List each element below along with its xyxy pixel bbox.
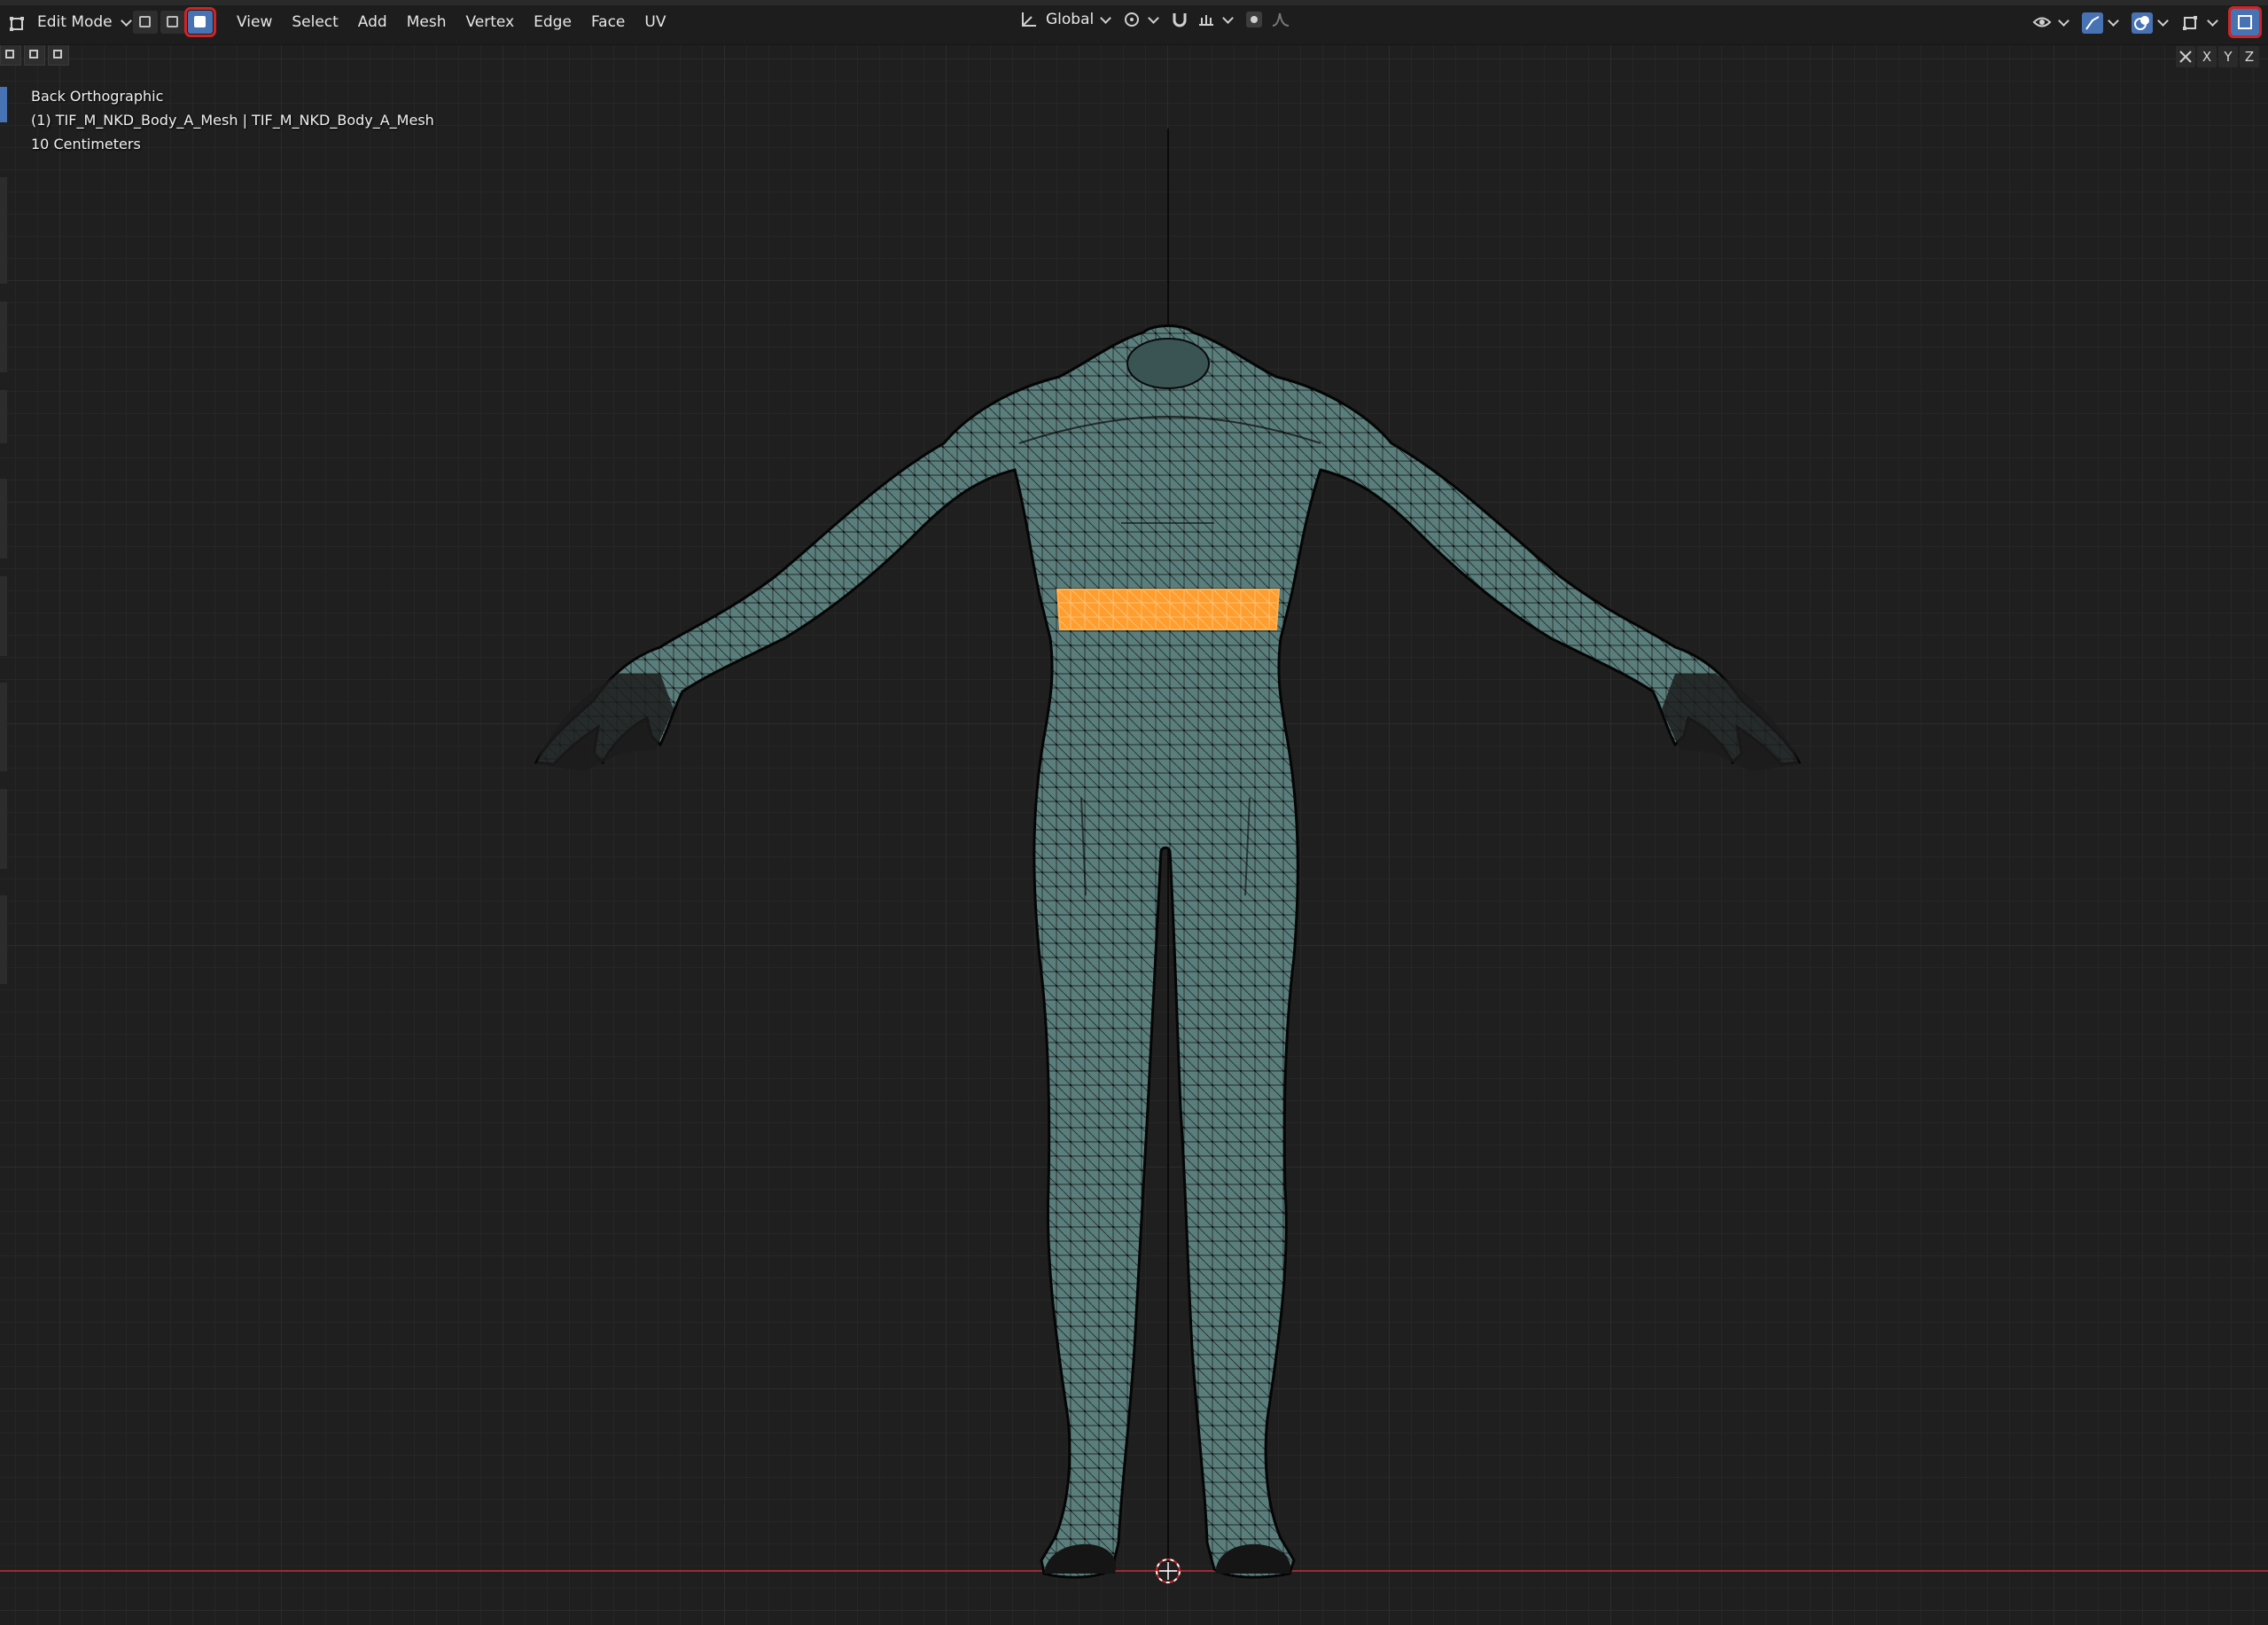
chevron-down-icon — [121, 18, 130, 27]
magnet-icon — [1170, 10, 1189, 29]
proportional-edit-icon — [1244, 10, 1264, 29]
view-name-text: Back Orthographic — [31, 88, 164, 105]
top-strip — [0, 0, 2268, 5]
menu-vertex[interactable]: Vertex — [456, 10, 524, 35]
toolbar-tab-active[interactable] — [0, 87, 7, 122]
select-subtract-icon[interactable] — [48, 44, 69, 66]
pivot-icon — [1122, 10, 1142, 29]
pivot-dropdown[interactable] — [1122, 10, 1157, 29]
toolbar-tab[interactable] — [0, 683, 7, 771]
snap-toggle[interactable] — [1170, 10, 1232, 29]
toolbar-tab[interactable] — [0, 895, 7, 984]
header-right-tools — [2032, 6, 2262, 38]
orientation-dropdown[interactable]: Global — [1019, 10, 1110, 29]
edit-mode-icon — [9, 12, 28, 32]
face-select-button[interactable] — [184, 7, 216, 37]
chevron-down-icon — [2059, 18, 2068, 27]
scene-svg — [0, 129, 2268, 1583]
falloff-icon — [1271, 10, 1290, 29]
right-hand — [1662, 674, 1799, 771]
orientation-label: Global — [1046, 11, 1095, 28]
eye-icon — [2032, 12, 2052, 32]
toolbar-tab[interactable] — [0, 479, 7, 559]
face-select-icon — [194, 16, 206, 27]
object-name-text: (1) TIF_M_NKD_Body_A_Mesh | TIF_M_NKD_Bo… — [31, 112, 434, 129]
gizmo-dropdown[interactable] — [2082, 12, 2117, 34]
mirror-axis-buttons: X Y Z — [2176, 46, 2259, 67]
menu-mesh[interactable]: Mesh — [397, 10, 456, 35]
chevron-down-icon — [1101, 15, 1110, 24]
select-box-icon[interactable] — [0, 44, 21, 66]
chevron-down-icon — [1223, 15, 1232, 24]
toolbar-tab[interactable] — [0, 177, 7, 284]
toolbar-tab[interactable] — [0, 576, 7, 656]
mesh-overlay-icon — [2181, 12, 2201, 32]
xray-toggle-button[interactable] — [2228, 6, 2262, 38]
blender-window: Edit Mode View Select Add Mesh Vertex Ed… — [0, 0, 2268, 1625]
left-hand — [536, 674, 674, 771]
select-mode-group — [133, 7, 216, 37]
chevron-down-icon — [2108, 18, 2117, 27]
mode-selector[interactable]: Edit Mode — [9, 9, 130, 35]
overlays-dropdown[interactable] — [2132, 12, 2167, 34]
xray-icon — [2238, 15, 2252, 29]
axis-z-button[interactable]: Z — [2240, 46, 2259, 67]
mesh-overlays-dropdown[interactable] — [2181, 12, 2217, 32]
edge-select-button[interactable] — [160, 11, 185, 34]
header-menu: View Select Add Mesh Vertex Edge Face UV — [227, 10, 675, 35]
menu-face[interactable]: Face — [581, 10, 635, 35]
select-extend-icon[interactable] — [24, 44, 45, 66]
transform-tools: Global — [1019, 10, 1290, 29]
viewport-header: Edit Mode View Select Add Mesh Vertex Ed… — [0, 0, 2268, 45]
chevron-down-icon — [2208, 18, 2217, 27]
axis-x-button[interactable]: X — [2197, 46, 2217, 67]
menu-view[interactable]: View — [227, 10, 282, 35]
edge-select-icon — [167, 16, 178, 27]
viewport-subtoolbar — [0, 44, 69, 66]
vertex-select-button[interactable] — [133, 11, 158, 34]
chevron-down-icon — [1149, 15, 1157, 24]
viewport-info-overlay: Back Orthographic (1) TIF_M_NKD_Body_A_M… — [31, 84, 434, 156]
gizmo-icon — [2082, 12, 2103, 34]
visibility-dropdown[interactable] — [2032, 12, 2068, 32]
chevron-down-icon — [2158, 18, 2167, 27]
proportional-edit-toggle[interactable] — [1244, 10, 1290, 29]
toolbar-tab[interactable] — [0, 789, 7, 869]
mirror-options-icon[interactable] — [2176, 46, 2195, 67]
vertex-select-icon — [139, 16, 151, 27]
snap-target-icon — [1196, 10, 1216, 29]
menu-uv[interactable]: UV — [635, 10, 675, 35]
neck-opening — [1126, 338, 1210, 389]
menu-select[interactable]: Select — [282, 10, 347, 35]
toolbar-tab[interactable] — [0, 390, 7, 443]
selected-faces[interactable] — [1056, 589, 1281, 630]
menu-edge[interactable]: Edge — [524, 10, 581, 35]
mode-label: Edit Mode — [37, 13, 113, 31]
menu-add[interactable]: Add — [348, 10, 397, 35]
overlays-icon — [2132, 12, 2153, 34]
grid-scale-text: 10 Centimeters — [31, 136, 141, 152]
toolbar-edge[interactable] — [0, 80, 7, 1055]
3d-cursor[interactable] — [1156, 1559, 1181, 1583]
axis-y-button[interactable]: Y — [2218, 46, 2238, 67]
toolbar-tab[interactable] — [0, 301, 7, 372]
orientation-icon — [1019, 10, 1039, 29]
